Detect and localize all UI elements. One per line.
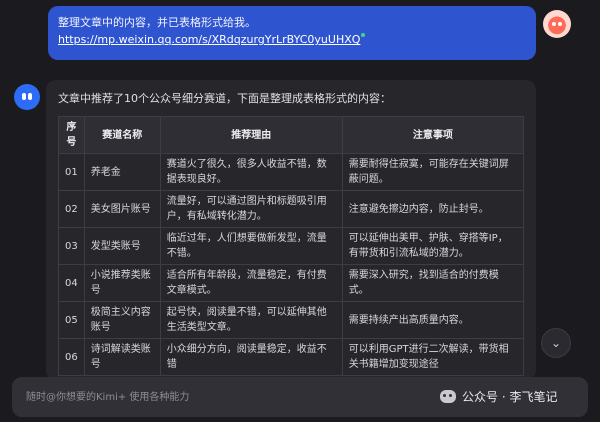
cell-notes: 可以利用GPT进行二次解读，带货相关书籍增加变现途径 bbox=[341, 338, 525, 376]
header-name: 赛道名称 bbox=[83, 116, 161, 154]
header-reason: 推荐理由 bbox=[159, 116, 343, 154]
avatar-eye-icon bbox=[558, 22, 562, 26]
cell-no: 06 bbox=[58, 338, 85, 376]
cell-name: 美女图片账号 bbox=[83, 190, 161, 228]
avatar-eye-icon bbox=[552, 22, 556, 26]
cell-notes: 需要耐得住寂寞，可能存在关键词屏蔽问题。 bbox=[341, 153, 525, 191]
scroll-to-bottom-button[interactable]: ⌄ bbox=[541, 328, 571, 358]
cell-reason: 小众细分方向，阅读量稳定，收益不错 bbox=[159, 338, 343, 376]
cell-notes: 可以延伸出美甲、护肤、穿搭等IP，有带货和引流私域的潜力。 bbox=[341, 227, 525, 265]
chat-input[interactable] bbox=[26, 387, 366, 407]
cell-notes: 注意避免擦边内容，防止封号。 bbox=[341, 190, 525, 228]
cell-name: 极简主义内容账号 bbox=[83, 301, 161, 339]
wechat-icon bbox=[440, 390, 456, 403]
cell-notes: 需要深入研究，找到适合的付费模式。 bbox=[341, 264, 525, 302]
cell-name: 发型类账号 bbox=[83, 227, 161, 265]
watermark: 公众号 · 李飞笔记 bbox=[440, 388, 557, 405]
bot-intro-text: 文章中推荐了10个公众号细分赛道，下面是整理成表格形式的内容： bbox=[58, 92, 391, 105]
chevron-double-down-icon: ⌄ bbox=[550, 336, 562, 350]
cell-name: 小说推荐类账号 bbox=[83, 264, 161, 302]
cell-reason: 适合所有年龄段，流量稳定，有付费文章模式。 bbox=[159, 264, 343, 302]
table-row: 02 美女图片账号 流量好，可以通过图片和标题吸引用户，有私域转化潜力。 注意避… bbox=[58, 190, 525, 228]
table-row: 05 极简主义内容账号 起号快，阅读量不错，可以延伸其他生活类型文章。 需要持续… bbox=[58, 301, 525, 339]
cell-no: 03 bbox=[58, 227, 85, 265]
cell-notes: 需要持续产出高质量内容。 bbox=[341, 301, 525, 339]
user-message-text: 整理文章中的内容，并已表格形式给我。 bbox=[58, 16, 256, 29]
header-no: 序号 bbox=[58, 116, 85, 154]
kimi-eye-icon bbox=[22, 93, 26, 100]
cell-name: 诗词解读类账号 bbox=[83, 338, 161, 376]
cell-reason: 流量好，可以通过图片和标题吸引用户，有私域转化潜力。 bbox=[159, 190, 343, 228]
cell-reason: 赛道火了很久，很多人收益不错，数据表现良好。 bbox=[159, 153, 343, 191]
bot-message-card: 文章中推荐了10个公众号细分赛道，下面是整理成表格形式的内容： 序号 赛道名称 … bbox=[46, 80, 536, 380]
table-row: 03 发型类账号 临近过年，人们想要做新发型，流量不错。 可以延伸出美甲、护肤、… bbox=[58, 227, 525, 265]
table-row: 06 诗词解读类账号 小众细分方向，阅读量稳定，收益不错 可以利用GPT进行二次… bbox=[58, 338, 525, 376]
cell-no: 02 bbox=[58, 190, 85, 228]
summary-table: 序号 赛道名称 推荐理由 注意事项 01 养老金 赛道火了很久，很多人收益不错，… bbox=[58, 116, 525, 376]
cell-reason: 临近过年，人们想要做新发型，流量不错。 bbox=[159, 227, 343, 265]
kimi-avatar bbox=[14, 84, 40, 110]
cell-name: 养老金 bbox=[83, 153, 161, 191]
header-notes: 注意事项 bbox=[341, 116, 525, 154]
article-link[interactable]: https://mp.weixin.qq.com/s/XRdqzurgYrLrB… bbox=[58, 31, 360, 48]
cell-no: 01 bbox=[58, 153, 85, 191]
link-status-dot bbox=[361, 33, 366, 37]
cell-reason: 起号快，阅读量不错，可以延伸其他生活类型文章。 bbox=[159, 301, 343, 339]
user-avatar[interactable] bbox=[543, 10, 571, 38]
cell-no: 05 bbox=[58, 301, 85, 339]
table-row: 01 养老金 赛道火了很久，很多人收益不错，数据表现良好。 需要耐得住寂寞，可能… bbox=[58, 153, 525, 191]
table-row: 04 小说推荐类账号 适合所有年龄段，流量稳定，有付费文章模式。 需要深入研究，… bbox=[58, 264, 525, 302]
kimi-eye-icon bbox=[28, 93, 32, 100]
watermark-text: 公众号 · 李飞笔记 bbox=[462, 390, 558, 404]
cell-no: 04 bbox=[58, 264, 85, 302]
user-message-bubble: 整理文章中的内容，并已表格形式给我。 https://mp.weixin.qq.… bbox=[48, 6, 536, 60]
table-header-row: 序号 赛道名称 推荐理由 注意事项 bbox=[58, 116, 525, 154]
